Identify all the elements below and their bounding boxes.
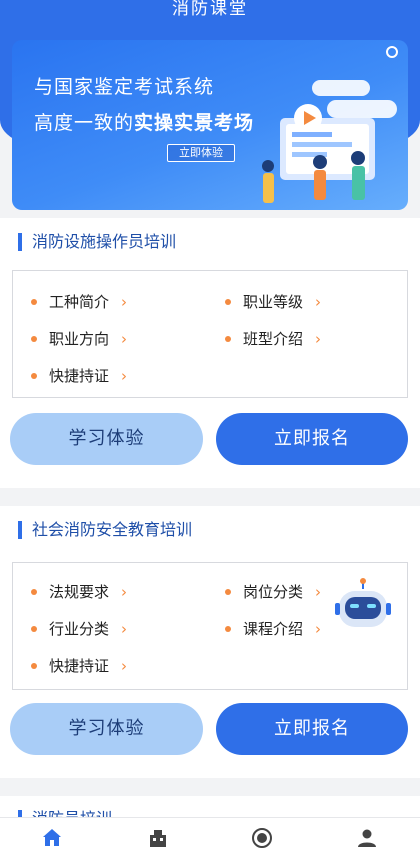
promo-banner[interactable]: 与国家鉴定考试系统 高度一致的实操实景考场 立即体验 [12, 40, 408, 210]
chevron-right-icon: › [315, 292, 322, 311]
bottom-tab-bar [0, 817, 420, 857]
page-title: 消防课堂 [172, 0, 248, 19]
bullet-dot [31, 335, 37, 342]
home-icon[interactable] [40, 826, 64, 850]
chevron-right-icon: › [121, 366, 128, 385]
chevron-right-icon: › [121, 619, 128, 638]
chevron-right-icon: › [315, 582, 322, 601]
topic-item[interactable]: 课程介绍 › [225, 618, 321, 639]
chevron-right-icon: › [315, 619, 322, 638]
robot-assistant-icon[interactable] [335, 577, 391, 637]
chevron-right-icon: › [121, 656, 128, 675]
bullet-dot [225, 625, 231, 632]
bullet-dot [31, 662, 37, 669]
coin-icon[interactable] [250, 826, 274, 850]
user-icon[interactable] [355, 826, 379, 850]
topic-grid: 工种简介 › 职业等级 › 职业方向 › 班型介绍 › 快捷持证 › [12, 270, 408, 398]
bullet-dot [31, 588, 37, 595]
section-title: 消防设施操作员培训 [18, 233, 176, 251]
ring-icon [386, 46, 398, 58]
topic-item[interactable]: 工种简介 › [31, 291, 127, 312]
bullet-dot [31, 372, 37, 379]
banner-line-1: 与国家鉴定考试系统 [34, 76, 215, 98]
chevron-right-icon: › [315, 329, 322, 348]
chevron-right-icon: › [121, 582, 128, 601]
register-now-button[interactable]: 立即报名 [216, 703, 408, 755]
topic-item[interactable]: 快捷持证 › [31, 365, 127, 386]
bullet-dot [31, 298, 37, 305]
topic-grid: 法规要求 › 岗位分类 › 行业分类 › 课程介绍 › 快捷持证 › [12, 562, 408, 690]
learning-experience-button[interactable]: 学习体验 [10, 703, 203, 755]
chevron-right-icon: › [121, 329, 128, 348]
topic-item[interactable]: 职业方向 › [31, 328, 127, 349]
section-title: 社会消防安全教育培训 [18, 521, 192, 539]
classroom-illustration [262, 104, 375, 203]
topic-item[interactable]: 岗位分类 › [225, 581, 321, 602]
topic-item[interactable]: 快捷持证 › [31, 655, 127, 676]
bullet-dot [225, 588, 231, 595]
bullet-dot [225, 335, 231, 342]
banner-line-2: 高度一致的实操实景考场 [34, 112, 255, 134]
section-operator-training: 消防设施操作员培训 工种简介 › 职业等级 › 职业方向 › 班型介绍 › 快捷… [0, 218, 420, 488]
try-now-button[interactable]: 立即体验 [167, 144, 235, 162]
topic-item[interactable]: 职业等级 › [225, 291, 321, 312]
topic-item[interactable]: 行业分类 › [31, 618, 127, 639]
bullet-dot [31, 625, 37, 632]
topic-item[interactable]: 班型介绍 › [225, 328, 321, 349]
learning-experience-button[interactable]: 学习体验 [10, 413, 203, 465]
building-icon[interactable] [146, 826, 170, 850]
bullet-dot [225, 298, 231, 305]
register-now-button[interactable]: 立即报名 [216, 413, 408, 465]
section-safety-education: 社会消防安全教育培训 法规要求 › 岗位分类 › 行业分类 › 课程介绍 › 快… [0, 506, 420, 778]
chevron-right-icon: › [121, 292, 128, 311]
topic-item[interactable]: 法规要求 › [31, 581, 127, 602]
